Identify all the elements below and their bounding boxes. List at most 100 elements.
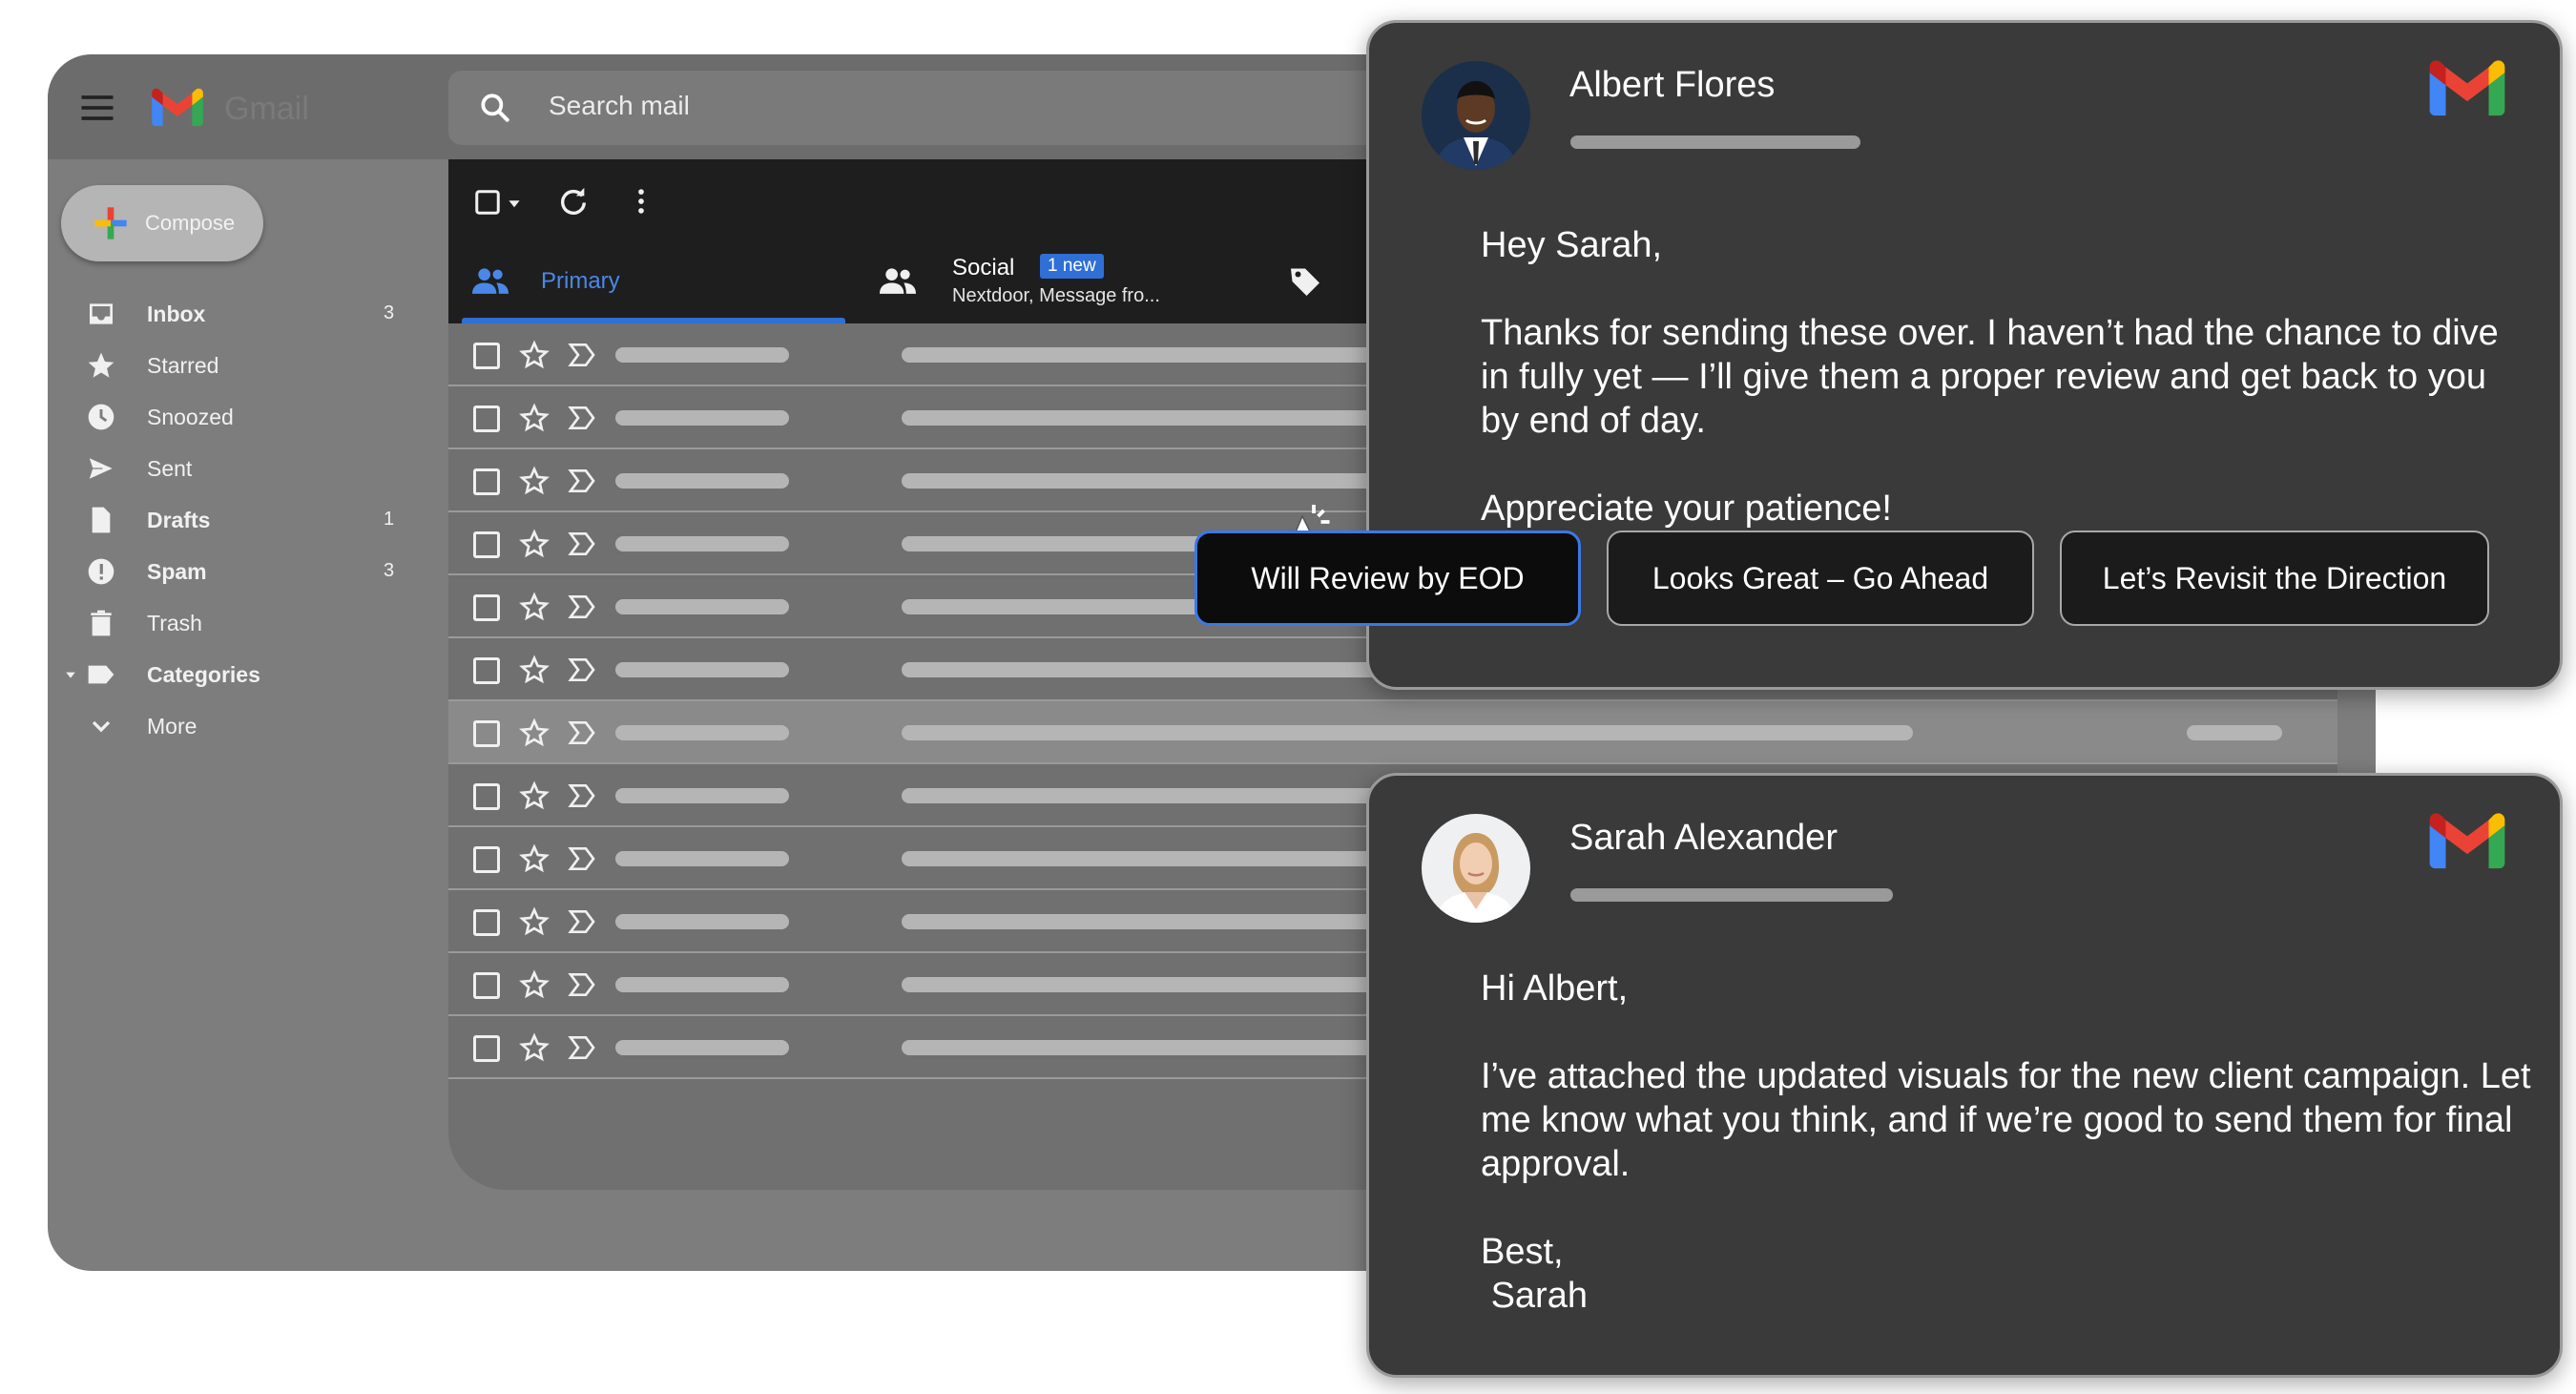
sidebar-item-inbox[interactable]: Inbox 3: [48, 289, 410, 337]
star-icon[interactable]: [519, 466, 550, 496]
row-checkbox[interactable]: [473, 720, 500, 747]
select-all-checkbox[interactable]: [473, 188, 502, 217]
important-marker-icon[interactable]: [567, 908, 597, 935]
star-icon[interactable]: [519, 718, 550, 748]
search-icon[interactable]: [477, 90, 513, 126]
gmail-logo-icon: [2429, 60, 2505, 116]
sidebar-item-more[interactable]: More: [48, 701, 410, 749]
sender-placeholder: [615, 473, 789, 489]
star-icon[interactable]: [519, 592, 550, 622]
smart-reply-looks-great[interactable]: Looks Great – Go Ahead: [1607, 531, 2034, 626]
row-checkbox[interactable]: [473, 406, 500, 432]
star-icon[interactable]: [519, 529, 550, 559]
sender-name: Sarah Alexander: [1569, 818, 1838, 858]
people-icon: [880, 268, 916, 294]
sidebar-item-categories[interactable]: Categories: [48, 650, 410, 697]
row-checkbox[interactable]: [473, 846, 500, 873]
compose-plus-icon: [94, 207, 127, 239]
sidebar-item-label: Sent: [147, 456, 193, 481]
important-marker-icon[interactable]: [567, 342, 597, 368]
sidebar-item-starred[interactable]: Starred: [48, 341, 410, 388]
chevron-down-icon: [92, 720, 111, 733]
unread-count: 3: [384, 560, 395, 581]
row-checkbox[interactable]: [473, 972, 500, 999]
row-checkbox[interactable]: [473, 594, 500, 621]
sidebar-item-sent[interactable]: Sent: [48, 444, 410, 491]
message-body: Hi Albert, I’ve attached the updated vis…: [1481, 968, 2531, 1316]
message-body: Hey Sarah, Thanks for sending these over…: [1481, 225, 2499, 529]
row-checkbox[interactable]: [473, 343, 500, 369]
important-marker-icon[interactable]: [567, 468, 597, 494]
important-marker-icon[interactable]: [567, 1034, 597, 1061]
avatar: [1422, 814, 1530, 923]
send-icon: [87, 455, 115, 482]
sender-email-placeholder: [1570, 135, 1860, 149]
tab-primary-label: Primary: [541, 268, 620, 294]
sender-placeholder: [615, 788, 789, 803]
unread-count: 1: [384, 509, 395, 530]
hamburger-menu-icon[interactable]: [76, 87, 118, 129]
star-icon[interactable]: [519, 1032, 550, 1063]
sidebar-item-drafts[interactable]: Drafts 1: [48, 495, 410, 543]
sender-placeholder: [615, 536, 789, 551]
sidebar-item-spam[interactable]: Spam 3: [48, 547, 410, 594]
star-icon[interactable]: [519, 780, 550, 811]
smart-reply-will-review[interactable]: Will Review by EOD: [1195, 531, 1581, 626]
star-icon[interactable]: [519, 969, 550, 1000]
sender-placeholder: [615, 851, 789, 866]
important-marker-icon[interactable]: [567, 782, 597, 809]
table-row[interactable]: [448, 701, 2337, 764]
important-marker-icon[interactable]: [567, 593, 597, 620]
compose-label: Compose: [145, 211, 236, 235]
important-marker-icon[interactable]: [567, 656, 597, 683]
refresh-icon[interactable]: [557, 185, 590, 218]
important-marker-icon[interactable]: [567, 531, 597, 557]
row-checkbox[interactable]: [473, 783, 500, 810]
select-dropdown-icon[interactable]: [508, 198, 521, 209]
smart-reply-revisit[interactable]: Let’s Revisit the Direction: [2060, 531, 2489, 626]
sidebar-item-label: Inbox: [147, 302, 206, 326]
star-icon[interactable]: [519, 843, 550, 874]
row-checkbox[interactable]: [473, 657, 500, 684]
row-checkbox[interactable]: [473, 1035, 500, 1062]
avatar: [1422, 61, 1530, 170]
expand-arrow-icon[interactable]: [65, 669, 76, 680]
search-input[interactable]: Search mail: [549, 91, 690, 121]
subject-placeholder: [902, 725, 1913, 740]
sender-placeholder: [615, 347, 789, 363]
sender-placeholder: [615, 410, 789, 426]
sidebar-item-label: Spam: [147, 559, 207, 584]
sidebar-item-trash[interactable]: Trash: [48, 598, 410, 646]
row-checkbox[interactable]: [473, 531, 500, 558]
important-marker-icon[interactable]: [567, 405, 597, 431]
people-icon: [472, 268, 509, 294]
sidebar-item-label: Categories: [147, 662, 260, 687]
sidebar-item-label: Trash: [147, 611, 202, 635]
gmail-wordmark: Gmail: [224, 91, 309, 127]
sidebar-item-label: Snoozed: [147, 405, 234, 429]
sender-placeholder: [615, 977, 789, 992]
star-icon[interactable]: [519, 403, 550, 433]
label-icon: [88, 665, 114, 684]
sender-placeholder: [615, 1040, 789, 1055]
more-options-icon[interactable]: [625, 185, 657, 218]
tag-icon: [1291, 268, 1319, 296]
row-checkbox[interactable]: [473, 909, 500, 936]
compose-button[interactable]: Compose: [61, 185, 263, 261]
star-icon[interactable]: [519, 655, 550, 685]
spam-icon: [88, 558, 114, 585]
tab-social-preview: Nextdoor, Message fro...: [952, 285, 1160, 306]
draft-icon: [92, 507, 111, 533]
sidebar-item-snoozed[interactable]: Snoozed: [48, 392, 410, 440]
gmail-logo-icon[interactable]: [148, 86, 207, 130]
star-icon[interactable]: [519, 906, 550, 937]
star-icon[interactable]: [519, 340, 550, 370]
new-badge: 1 new: [1040, 254, 1104, 279]
important-marker-icon[interactable]: [567, 845, 597, 872]
row-checkbox[interactable]: [473, 468, 500, 495]
sender-placeholder: [615, 599, 789, 614]
gmail-logo-icon: [2429, 813, 2505, 869]
important-marker-icon[interactable]: [567, 719, 597, 746]
sidebar-item-label: Drafts: [147, 508, 211, 532]
important-marker-icon[interactable]: [567, 971, 597, 998]
